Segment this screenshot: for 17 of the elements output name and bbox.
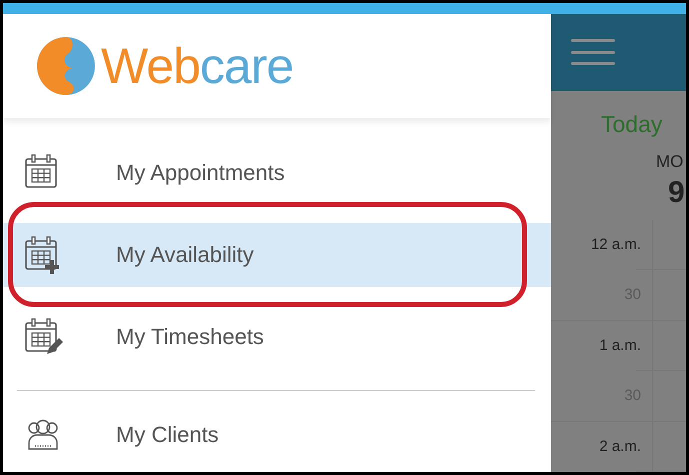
menu-item-label: My Appointments: [116, 160, 285, 186]
menu-item[interactable]: My Appointments: [3, 141, 551, 205]
menu-item-label: My Timesheets: [116, 324, 264, 350]
menu-item-label: My Availability: [116, 242, 254, 268]
menu-item-label: My Clients: [116, 422, 219, 448]
time-label: 2 a.m.: [598, 438, 641, 455]
menu-item[interactable]: My Availability: [3, 223, 551, 287]
time-label: 12 a.m.: [590, 236, 641, 253]
day-number: 9: [668, 176, 686, 210]
logo-text: Webcare: [101, 37, 294, 95]
logo-icon: [35, 35, 97, 97]
time-label: 1 a.m.: [598, 336, 641, 354]
calendar-pencil-icon: [23, 317, 65, 357]
day-name: MO: [656, 152, 684, 172]
menu-item[interactable]: My Timesheets: [3, 305, 551, 369]
menu-item[interactable]: My Clients: [3, 403, 551, 467]
menu-button[interactable]: [571, 39, 615, 66]
